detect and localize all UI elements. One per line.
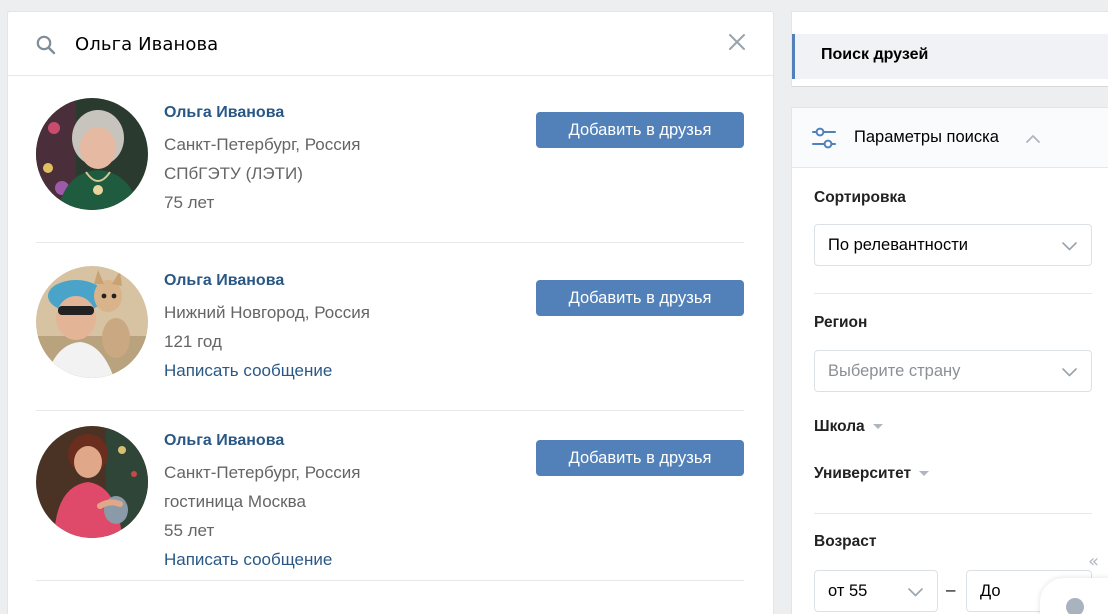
chevron-up-icon [1026,135,1040,143]
sliders-icon [812,127,836,149]
school-label: Школа [814,418,865,435]
country-select-placeholder: Выберите страну [828,362,961,380]
chevron-down-icon [908,588,923,597]
age-from-select[interactable]: от 55 [814,570,938,612]
age-from-value: от 55 [828,582,868,600]
chevron-down-icon [1062,368,1077,377]
avatar-photo [36,98,148,210]
chat-widget-button[interactable] [1040,578,1108,614]
page: Ольга Иванова Санкт-Петербург, Россия СП… [0,0,1108,614]
caret-down-icon [919,471,930,477]
side-menu: Поиск друзей [792,12,1108,86]
age-label: Возраст [814,533,877,550]
user-city: Нижний Новгород, Россия [164,303,370,322]
divider [36,580,744,581]
avatar[interactable] [36,426,148,538]
university-toggle[interactable]: Университет [814,465,930,483]
user-name-link[interactable]: Ольга Иванова [164,272,284,290]
add-friend-button[interactable]: Добавить в друзья [536,280,744,316]
user-university: СПбГЭТУ (ЛЭТИ) [164,164,303,183]
avatar-photo [36,426,148,538]
divider [36,242,744,243]
avatar[interactable] [36,98,148,210]
region-label: Регион [814,314,868,331]
sort-select[interactable]: По релевантности [814,224,1092,266]
avatar-photo [36,266,148,378]
filters-title: Параметры поиска [854,128,999,146]
sort-label: Сортировка [814,189,906,206]
search-input[interactable] [75,28,715,60]
user-age: 55 лет [164,521,215,540]
write-message-link[interactable]: Написать сообщение [164,550,332,570]
university-label: Университет [814,465,912,482]
divider [814,293,1092,294]
write-message-link[interactable]: Написать сообщение [164,361,332,381]
search-results-panel: Ольга Иванова Санкт-Петербург, Россия СП… [8,12,773,614]
chat-icon [1066,598,1084,614]
user-name-link[interactable]: Ольга Иванова [164,432,284,450]
divider [814,513,1092,514]
divider [36,410,744,411]
user-city: Санкт-Петербург, Россия [164,463,361,482]
chevron-down-icon [1062,242,1077,251]
user-age: 121 год [164,332,222,351]
filters-header[interactable]: Параметры поиска [792,108,1108,168]
search-icon [36,35,56,55]
user-city: Санкт-Петербург, Россия [164,135,361,154]
country-select[interactable]: Выберите страну [814,350,1092,392]
collapse-arrows-icon[interactable]: « [1088,551,1099,572]
user-age: 75 лет [164,193,215,212]
add-friend-button[interactable]: Добавить в друзья [536,440,744,476]
caret-down-icon [872,424,883,430]
user-workplace: гостиница Москва [164,492,306,511]
age-to-value: До [980,582,1001,600]
user-name-link[interactable]: Ольга Иванова [164,104,284,122]
search-bar [8,12,773,76]
close-icon[interactable] [728,33,746,51]
sort-select-value: По релевантности [828,236,968,254]
menu-item-label: Поиск друзей [821,46,929,63]
add-friend-button[interactable]: Добавить в друзья [536,112,744,148]
menu-item-find-friends[interactable]: Поиск друзей [792,34,1108,79]
school-toggle[interactable]: Школа [814,418,883,436]
search-filters-panel: Параметры поиска Сортировка По релевантн… [792,108,1108,614]
age-range-dash: – [946,580,956,599]
avatar[interactable] [36,266,148,378]
